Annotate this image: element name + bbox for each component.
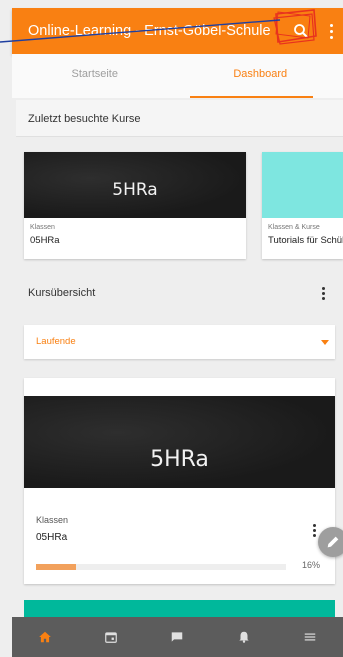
course-image-text: 5HRa — [112, 180, 158, 200]
tab-bar: Startseite Dashboard — [12, 54, 343, 98]
app-title: Online-Learning - Ernst-Göbel-Schule — [28, 23, 271, 39]
course-image: 5HRa — [24, 152, 246, 218]
course-card-menu-button[interactable] — [313, 524, 316, 537]
nav-calendar[interactable] — [91, 617, 131, 657]
pencil-icon — [327, 536, 339, 548]
course-name: 05HRa — [36, 532, 68, 543]
nav-messages[interactable] — [157, 617, 197, 657]
course-filter-select[interactable]: Laufende — [24, 325, 335, 359]
nav-menu[interactable] — [290, 617, 330, 657]
course-progress-label: 16% — [302, 560, 321, 570]
more-options-button[interactable] — [325, 20, 337, 42]
bottom-navigation — [12, 617, 343, 657]
bell-icon — [238, 631, 249, 643]
course-image: 5HRa — [24, 396, 335, 488]
recent-courses-title: Zuletzt besuchte Kurse — [28, 113, 141, 125]
nav-notifications[interactable] — [224, 617, 264, 657]
menu-icon — [304, 633, 316, 641]
course-category: Klassen — [36, 515, 69, 525]
course-overview-menu-button[interactable] — [322, 287, 325, 300]
messages-icon — [172, 632, 183, 642]
edit-button[interactable] — [318, 527, 343, 557]
course-category: Klassen — [30, 224, 55, 231]
course-filter-value: Laufende — [36, 336, 76, 347]
recent-course-card[interactable]: 5HRa Klassen 05HRa — [24, 152, 246, 259]
home-icon — [39, 631, 51, 643]
course-category: Klassen & Kurse — [268, 224, 320, 231]
course-card[interactable]: 5HRa Klassen 05HRa 16% — [24, 378, 335, 584]
course-overview-title: Kursübersicht — [28, 287, 96, 299]
course-name: 05HRa — [30, 235, 60, 246]
tab-dashboard[interactable]: Dashboard — [178, 54, 343, 98]
calendar-icon — [105, 632, 118, 643]
recent-course-card[interactable]: Klassen & Kurse Tutorials für Schüler — [262, 152, 343, 259]
course-image-text: 5HRa — [150, 447, 209, 472]
tab-startseite[interactable]: Startseite — [12, 54, 178, 98]
course-image — [262, 152, 343, 218]
search-button[interactable] — [284, 14, 318, 48]
course-progress-fill — [36, 564, 76, 570]
course-progress-bar — [36, 564, 286, 570]
app-bar: Online-Learning - Ernst-Göbel-Schule — [12, 8, 343, 54]
course-name: Tutorials für Schüler — [268, 235, 343, 246]
nav-home[interactable] — [25, 617, 65, 657]
chevron-down-icon — [321, 340, 329, 345]
search-icon — [294, 24, 308, 38]
